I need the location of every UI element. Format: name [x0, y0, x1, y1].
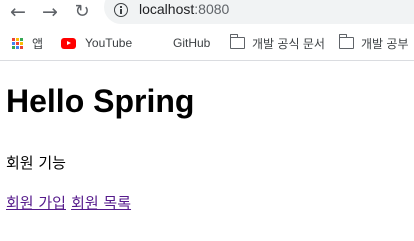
back-button[interactable]: ← [7, 1, 29, 23]
bookmark-apps[interactable]: 앱 [12, 35, 43, 51]
bookmark-label: 앱 [32, 36, 44, 51]
bookmarks-bar: 앱 YouTube GitHub 개발 공식 문서 개발 공부 [0, 26, 414, 61]
url-text[interactable]: localhost:8080 [139, 1, 229, 17]
bookmark-dev-docs-folder[interactable]: 개발 공식 문서 [229, 34, 325, 51]
reload-button[interactable]: ↻ [71, 1, 93, 23]
bookmark-label: 개발 공식 문서 [252, 36, 325, 51]
bookmark-label: GitHub [173, 36, 211, 50]
page-title: Hello Spring [6, 83, 195, 119]
bookmark-label: 개발 공부 [361, 36, 409, 51]
browser-toolbar: ← → ↻ localhost:8080 [0, 0, 414, 26]
url-port: :8080 [194, 1, 230, 17]
apps-grid-icon [12, 37, 23, 49]
folder-icon [338, 34, 354, 49]
bookmark-dev-study-folder[interactable]: 개발 공부 [338, 34, 409, 51]
reload-icon: ↻ [74, 1, 90, 22]
signup-link[interactable]: 회원 가입 [6, 194, 66, 212]
forward-button[interactable]: → [39, 1, 61, 23]
url-host: localhost [139, 1, 195, 17]
arrow-right-icon: → [42, 0, 58, 23]
section-label: 회원 기능 [6, 154, 66, 172]
folder-icon [229, 34, 245, 49]
bookmark-youtube[interactable]: YouTube [61, 35, 132, 51]
bookmark-label: YouTube [85, 36, 133, 50]
info-icon[interactable] [114, 3, 128, 17]
bookmark-github[interactable]: GitHub [173, 35, 210, 51]
member-list-link[interactable]: 회원 목록 [71, 194, 131, 212]
youtube-icon [61, 37, 76, 49]
nav-links: 회원 가입 회원 목록 [6, 192, 131, 213]
arrow-left-icon: ← [10, 0, 26, 23]
